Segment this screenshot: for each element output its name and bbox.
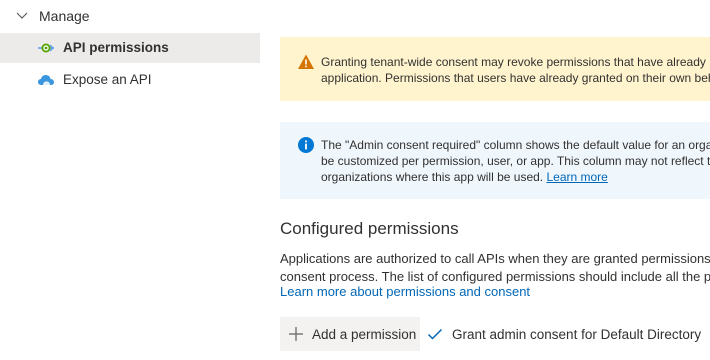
main-content: Granting tenant-wide consent may revoke … [280,0,710,360]
add-permission-button[interactable]: Add a permission [280,317,420,351]
info-banner-line: The "Admin consent required" column show… [321,138,710,152]
cloud-icon [38,75,54,85]
chevron-down-icon [16,12,28,19]
warning-banner-line: Granting tenant-wide consent may revoke … [321,55,710,69]
warning-icon [298,54,314,69]
sidebar: Manage API permissions Expose an API [0,0,260,360]
info-banner-text: The "Admin consent required" column show… [321,137,710,185]
grant-admin-consent-button[interactable]: Grant admin consent for Default Director… [424,317,710,351]
sidebar-item-expose-an-api[interactable]: Expose an API [0,65,260,95]
configured-permissions-description: Applications are authorized to call APIs… [280,250,710,286]
info-banner: The "Admin consent required" column show… [280,122,710,199]
info-banner-line: organizations where this app will be use… [321,169,710,185]
plus-icon [289,327,303,341]
sidebar-item-label: API permissions [63,40,169,55]
description-line: Applications are authorized to call APIs… [280,251,710,266]
manage-section-header[interactable]: Manage [0,0,260,32]
info-learn-more-link[interactable]: Learn more [546,170,607,184]
warning-banner-line: application. Permissions that users have… [321,71,710,85]
warning-banner-text: Granting tenant-wide consent may revoke … [321,54,710,86]
manage-section-label: Manage [39,8,90,24]
info-banner-line-text: organizations where this app will be use… [321,170,544,184]
grant-admin-consent-label: Grant admin consent for Default Director… [452,327,702,342]
info-icon [298,137,314,153]
sidebar-item-api-permissions[interactable]: API permissions [0,33,260,63]
configured-permissions-title: Configured permissions [280,219,459,238]
learn-more-permissions-link[interactable]: Learn more about permissions and consent [280,284,530,299]
info-banner-line: be customized per permission, user, or a… [321,154,710,168]
checkmark-icon [427,328,443,340]
api-permissions-icon [38,43,54,53]
warning-banner: Granting tenant-wide consent may revoke … [280,37,710,101]
add-permission-label: Add a permission [312,327,417,342]
sidebar-item-label: Expose an API [63,72,152,87]
